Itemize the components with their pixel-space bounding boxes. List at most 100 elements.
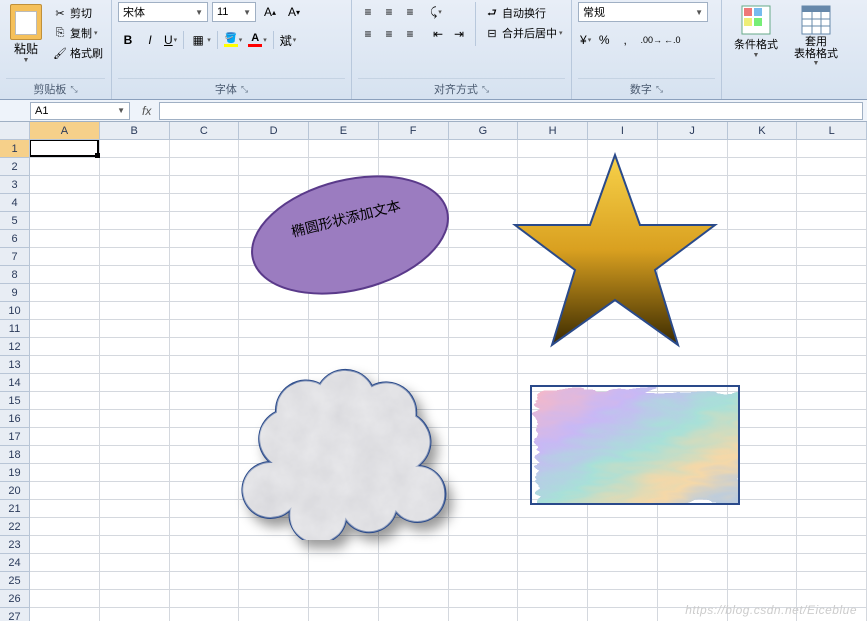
cell[interactable] <box>30 410 100 428</box>
cell[interactable] <box>797 320 867 338</box>
cell[interactable] <box>170 320 240 338</box>
cell[interactable] <box>797 338 867 356</box>
cell[interactable] <box>309 572 379 590</box>
col-header-K[interactable]: K <box>728 122 798 140</box>
cell[interactable] <box>797 590 867 608</box>
row-header-17[interactable]: 17 <box>0 428 30 446</box>
cell[interactable] <box>449 608 519 621</box>
cell[interactable] <box>170 500 240 518</box>
font-name-combo[interactable]: 宋体 ▼ <box>118 2 208 22</box>
cell[interactable] <box>239 140 309 158</box>
col-header-A[interactable]: A <box>30 122 100 140</box>
orientation-button[interactable]: ⤹▾ <box>428 2 444 22</box>
percent-button[interactable]: % <box>594 30 614 50</box>
cell[interactable] <box>588 554 658 572</box>
row-header-22[interactable]: 22 <box>0 518 30 536</box>
cell[interactable] <box>588 572 658 590</box>
cell[interactable] <box>449 590 519 608</box>
cell[interactable] <box>588 590 658 608</box>
align-center-button[interactable]: ≡ <box>379 24 399 44</box>
cell[interactable] <box>100 266 170 284</box>
cell[interactable] <box>797 518 867 536</box>
cut-button[interactable]: ✂ 剪切 <box>50 4 105 22</box>
row-header-12[interactable]: 12 <box>0 338 30 356</box>
cell[interactable] <box>30 536 100 554</box>
cell[interactable] <box>797 608 867 621</box>
cell[interactable] <box>239 320 309 338</box>
cell[interactable] <box>170 140 240 158</box>
cell[interactable] <box>30 500 100 518</box>
cell[interactable] <box>170 428 240 446</box>
cell[interactable] <box>728 230 798 248</box>
cell[interactable] <box>449 320 519 338</box>
cell[interactable] <box>658 536 728 554</box>
cell[interactable] <box>239 608 309 621</box>
cell[interactable] <box>30 230 100 248</box>
cell[interactable] <box>658 572 728 590</box>
cell[interactable] <box>239 590 309 608</box>
formula-input[interactable] <box>159 102 863 120</box>
cell[interactable] <box>100 572 170 590</box>
cell[interactable] <box>170 590 240 608</box>
cell[interactable] <box>658 518 728 536</box>
name-box[interactable]: A1 ▼ <box>30 102 130 120</box>
cell[interactable] <box>30 518 100 536</box>
cell[interactable] <box>797 302 867 320</box>
cell[interactable] <box>728 176 798 194</box>
cell[interactable] <box>100 590 170 608</box>
cell[interactable] <box>728 266 798 284</box>
cell[interactable] <box>100 536 170 554</box>
row-header-25[interactable]: 25 <box>0 572 30 590</box>
cell[interactable] <box>728 158 798 176</box>
italic-button[interactable]: I <box>140 30 160 50</box>
cell[interactable] <box>728 572 798 590</box>
shape-rectangle[interactable] <box>530 385 740 505</box>
cell[interactable] <box>797 482 867 500</box>
col-header-F[interactable]: F <box>379 122 449 140</box>
fill-color-button[interactable]: 🪣 ▾ <box>222 30 245 50</box>
cell[interactable] <box>309 590 379 608</box>
cell[interactable] <box>379 320 449 338</box>
cell[interactable] <box>30 284 100 302</box>
row-header-1[interactable]: 1 <box>0 140 30 158</box>
cell[interactable] <box>797 464 867 482</box>
cell[interactable] <box>728 302 798 320</box>
cell[interactable] <box>797 428 867 446</box>
cell[interactable] <box>170 356 240 374</box>
cell[interactable] <box>30 572 100 590</box>
cell[interactable] <box>728 608 798 621</box>
cell[interactable] <box>797 572 867 590</box>
underline-button[interactable]: U▾ <box>162 30 179 50</box>
cell[interactable] <box>170 374 240 392</box>
row-header-19[interactable]: 19 <box>0 464 30 482</box>
shape-cloud[interactable] <box>230 340 460 540</box>
cell[interactable] <box>797 212 867 230</box>
col-header-G[interactable]: G <box>449 122 519 140</box>
cell[interactable] <box>379 140 449 158</box>
cell[interactable] <box>170 518 240 536</box>
indent-decrease-button[interactable]: ⇤ <box>428 24 448 44</box>
cell[interactable] <box>100 338 170 356</box>
cell[interactable] <box>100 428 170 446</box>
cell[interactable] <box>728 554 798 572</box>
row-header-26[interactable]: 26 <box>0 590 30 608</box>
cell[interactable] <box>170 212 240 230</box>
align-expand-icon[interactable]: ⤡ <box>482 84 489 95</box>
cell[interactable] <box>797 500 867 518</box>
wrap-text-button[interactable]: ⮐ 自动换行 <box>482 4 565 22</box>
row-header-10[interactable]: 10 <box>0 302 30 320</box>
cell[interactable] <box>658 590 728 608</box>
cell[interactable] <box>170 608 240 621</box>
paste-button[interactable]: 粘贴 ▼ <box>6 2 46 66</box>
row-header-20[interactable]: 20 <box>0 482 30 500</box>
cell[interactable] <box>100 284 170 302</box>
cell[interactable] <box>30 338 100 356</box>
row-header-14[interactable]: 14 <box>0 374 30 392</box>
cell[interactable] <box>797 554 867 572</box>
col-header-H[interactable]: H <box>518 122 588 140</box>
cell[interactable] <box>379 554 449 572</box>
row-header-18[interactable]: 18 <box>0 446 30 464</box>
format-painter-button[interactable]: 🖌 格式刷 <box>50 44 105 62</box>
cell[interactable] <box>30 158 100 176</box>
cell[interactable] <box>728 248 798 266</box>
